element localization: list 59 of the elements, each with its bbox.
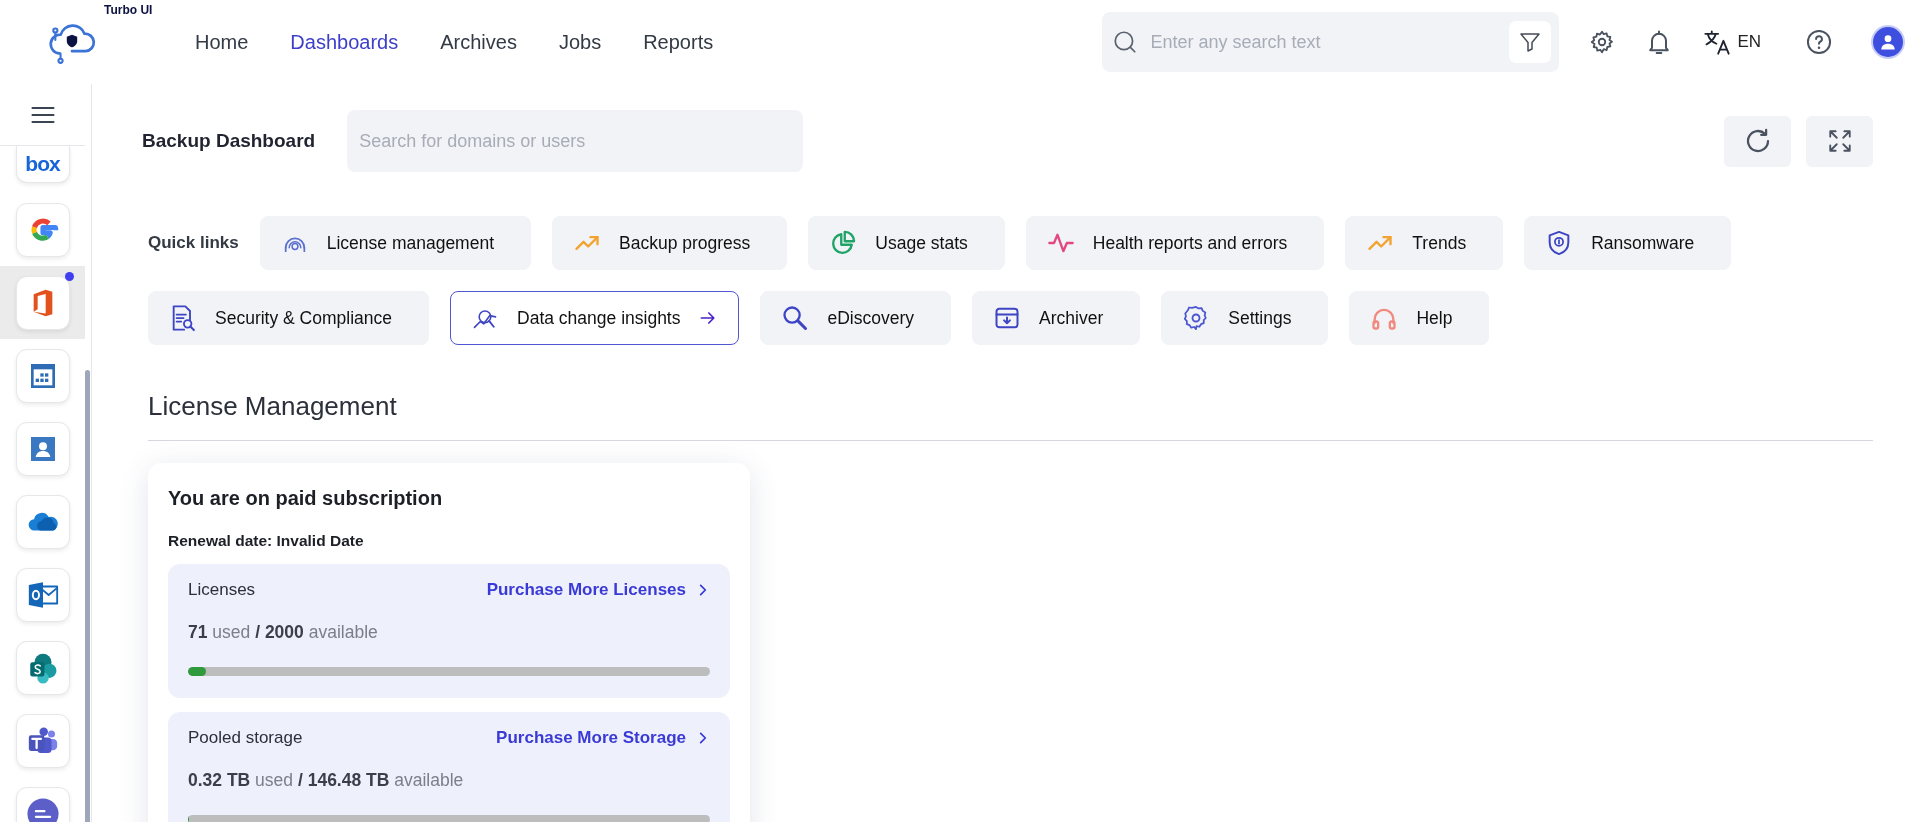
search-icon <box>1112 29 1139 55</box>
quick-link[interactable]: Trends <box>1345 216 1504 270</box>
quick-link[interactable]: Backup progress <box>552 216 788 270</box>
quick-link[interactable]: Usage stats <box>808 216 1005 270</box>
avatar-button[interactable] <box>1873 27 1903 57</box>
settings-icon <box>1589 29 1616 55</box>
meter-name: Licenses <box>188 580 256 600</box>
translate-icon <box>1703 28 1732 56</box>
nav-link[interactable]: Archives <box>440 30 517 54</box>
meter-name: Pooled storage <box>188 728 303 748</box>
quick-link[interactable]: eDiscovery <box>760 291 952 345</box>
expand-icon <box>1826 128 1853 154</box>
search-input[interactable]: Enter any search text <box>1148 30 1500 54</box>
quick-link[interactable]: Help <box>1349 291 1490 345</box>
quick-link[interactable]: Archiver <box>972 291 1141 345</box>
renewal-date: Renewal date: Invalid Date <box>168 532 365 550</box>
app-tile[interactable] <box>15 713 70 768</box>
nav-link[interactable]: Home <box>195 30 249 54</box>
app-tile[interactable] <box>15 567 70 622</box>
app-tile[interactable]: box <box>15 146 70 183</box>
chat-bubble-icon <box>25 796 60 822</box>
quick-link[interactable]: Security & Compliance <box>148 291 430 345</box>
purchase-link[interactable]: Purchase More Storage <box>496 728 710 748</box>
refresh-button[interactable] <box>1724 115 1791 167</box>
app-tile[interactable] <box>15 202 70 257</box>
quick-link[interactable]: Ransomware <box>1524 216 1732 270</box>
quick-links-label: Quick links <box>148 233 239 253</box>
quick-link[interactable]: Settings <box>1161 291 1329 345</box>
usage-text: 0.32 TB used / 146.48 TB available <box>188 770 465 791</box>
app-tile[interactable] <box>15 640 70 695</box>
nav-link[interactable]: Dashboards <box>290 30 399 54</box>
nav-link[interactable]: Jobs <box>558 30 602 54</box>
purchase-link[interactable]: Purchase More Licenses <box>486 580 710 600</box>
global-search-field[interactable]: Enter any search text <box>1102 12 1560 72</box>
wordmark-logo: box <box>25 152 60 176</box>
section-title: License Management <box>148 391 1873 441</box>
search-icon <box>781 304 810 332</box>
fullscreen-button[interactable] <box>1806 115 1873 167</box>
quick-link[interactable]: License management <box>259 216 532 270</box>
brand-name: Turbo UI <box>104 3 153 17</box>
help-icon <box>1805 28 1833 56</box>
quick-link[interactable]: Health reports and errors <box>1025 216 1325 270</box>
pie-chart-icon <box>829 229 858 257</box>
app-tile[interactable] <box>15 494 70 549</box>
domain-search-field[interactable]: Search for domains or users <box>347 110 804 172</box>
app-tile[interactable] <box>15 348 70 403</box>
settings-button[interactable] <box>1589 29 1616 55</box>
nav-link[interactable]: Reports <box>643 30 714 54</box>
filter-icon <box>1518 30 1543 54</box>
usage-text: 71 used / 2000 available <box>188 622 379 643</box>
filter-button[interactable] <box>1509 21 1552 63</box>
scrollbar-thumb[interactable] <box>85 370 90 822</box>
card-title: You are on paid subscription <box>168 487 444 510</box>
app-tile[interactable] <box>15 421 70 476</box>
quick-link[interactable]: Data change insights <box>450 291 740 345</box>
user-silhouette-icon <box>1878 32 1898 52</box>
page-title: Backup Dashboard <box>142 130 316 152</box>
language-button[interactable]: EN <box>1703 28 1761 56</box>
help-button[interactable] <box>1805 28 1833 56</box>
